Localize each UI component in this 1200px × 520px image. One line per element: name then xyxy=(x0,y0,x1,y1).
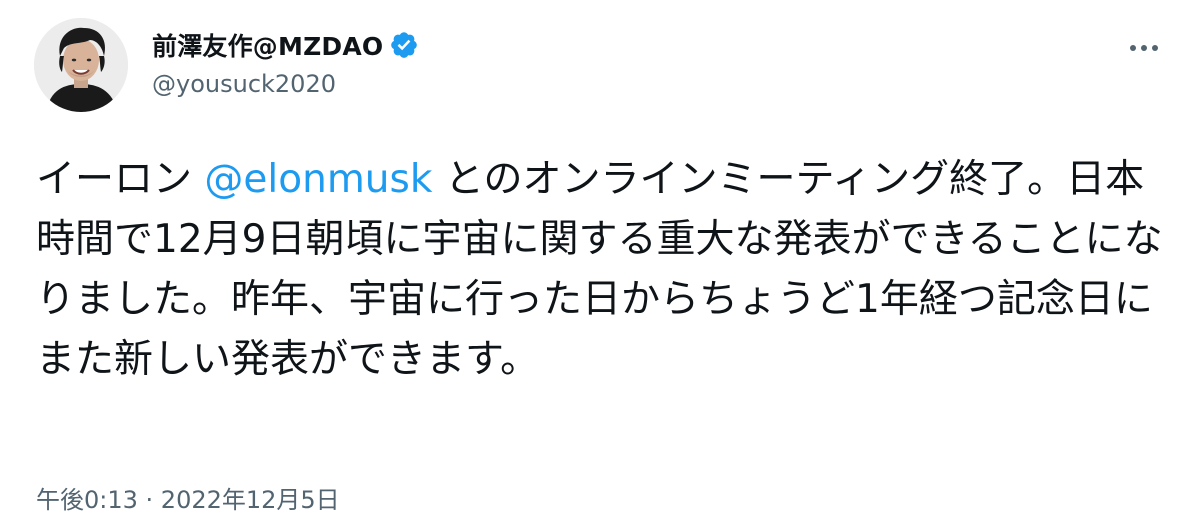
profile-photo xyxy=(34,18,128,112)
tweet-time[interactable]: 午後0:13 xyxy=(36,486,138,514)
author-handle[interactable]: @yousuck2020 xyxy=(152,70,419,98)
tweet-timestamp: 午後0:13 · 2022年12月5日 xyxy=(36,480,340,515)
more-options-button[interactable] xyxy=(1124,36,1164,60)
avatar[interactable] xyxy=(34,18,128,112)
tweet-text-part1: イーロン xyxy=(36,157,205,202)
tweet-card: 前澤友作@MZDAO @yousuck2020 イーロン @elonmusk と… xyxy=(0,0,1200,520)
display-name-row: 前澤友作@MZDAO xyxy=(152,26,419,64)
tweet-date[interactable]: 2022年12月5日 xyxy=(161,486,340,514)
mention-link[interactable]: @elonmusk xyxy=(204,157,432,202)
tweet-text: イーロン @elonmusk とのオンラインミーティング終了。日本時間で12月9… xyxy=(36,150,1176,390)
more-options-icon xyxy=(1130,45,1158,51)
tweet-header: 前澤友作@MZDAO @yousuck2020 xyxy=(30,16,1170,116)
verified-badge-icon[interactable] xyxy=(389,30,419,60)
display-name[interactable]: 前澤友作@MZDAO xyxy=(152,27,383,63)
author-info: 前澤友作@MZDAO @yousuck2020 xyxy=(152,26,419,98)
meta-separator: · xyxy=(137,486,161,514)
